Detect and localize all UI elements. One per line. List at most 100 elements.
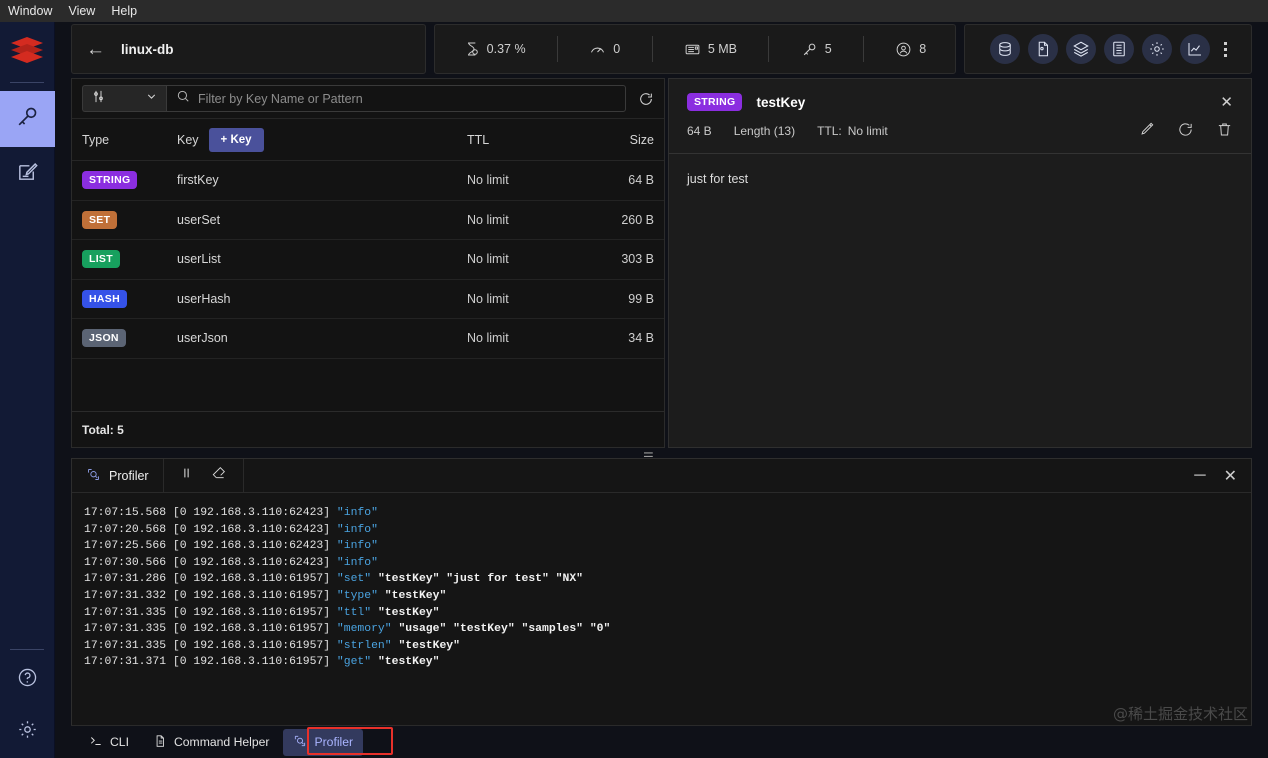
filter-type-dropdown[interactable] [82, 85, 166, 112]
sidebar-divider-bottom [10, 649, 44, 650]
table-row[interactable]: STRING firstKey No limit 64 B [72, 161, 664, 201]
table-row[interactable]: LIST userList No limit 303 B [72, 240, 664, 280]
menu-item-help[interactable]: Help [111, 0, 137, 22]
filter-input-wrapper[interactable] [166, 85, 626, 112]
key-name: userHash [177, 291, 231, 306]
menu-item-window[interactable]: Window [8, 0, 52, 22]
add-key-button[interactable]: + Key [208, 127, 264, 152]
key-ttl: No limit [467, 252, 509, 267]
close-icon[interactable]: ✕ [1224, 466, 1237, 486]
menu-bar: Window View Help [0, 0, 1268, 22]
key-icon [15, 104, 40, 134]
profiler-icon [293, 734, 307, 751]
kebab-icon[interactable] [1223, 41, 1227, 57]
profiler-header: Profiler ─ ✕ [72, 459, 1251, 493]
metrics-bar: 0.37 % 0 5 MB 5 8 [434, 24, 956, 74]
profiler-log-line: 17:07:20.568 [0 192.168.3.110:62423] "in… [84, 523, 378, 536]
type-badge: JSON [82, 329, 126, 348]
edit-icon[interactable] [1138, 121, 1155, 141]
database-name: linux-db [121, 41, 174, 57]
profiler-log-line: 17:07:15.568 [0 192.168.3.110:62423] "in… [84, 507, 378, 519]
refresh-keys-button[interactable] [638, 91, 654, 107]
key-ttl: No limit [467, 212, 509, 227]
tab-profiler[interactable]: Profiler [283, 728, 364, 756]
type-badge: LIST [82, 250, 120, 269]
clear-icon[interactable] [211, 465, 227, 486]
profiler-title-group: Profiler [72, 459, 164, 492]
type-badge: STRING [687, 93, 743, 111]
column-header-type[interactable]: Type [82, 133, 177, 147]
key-detail-panel: STRING testKey ✕ 64 B Length (13) TTL: N… [668, 78, 1252, 448]
cpu-icon [464, 41, 480, 57]
profiler-log-line: 17:07:31.332 [0 192.168.3.110:61957] "ty… [84, 589, 447, 602]
type-badge: STRING [82, 171, 138, 190]
key-detail-ttl-label: TTL: [817, 124, 842, 138]
column-header-ttl[interactable]: TTL [467, 133, 580, 147]
profiler-panel: Profiler ─ ✕ 17:07:15.568 [0 192.168.3.1… [71, 458, 1252, 743]
gear-icon[interactable] [1141, 34, 1172, 64]
sidebar-item-browser[interactable] [0, 91, 55, 147]
tab-command-helper[interactable]: Command Helper [143, 729, 280, 756]
grid-icon[interactable] [1103, 34, 1134, 64]
table-row[interactable]: HASH userHash No limit 99 B [72, 280, 664, 319]
metric-keys-value: 5 [824, 42, 832, 56]
sidebar-divider [10, 82, 44, 83]
pause-icon[interactable] [180, 466, 193, 485]
main-area: ← linux-db 0.37 % 0 5 MB 5 8 Filter by K… [55, 22, 1268, 758]
column-header-key[interactable]: Key [177, 133, 199, 147]
sidebar-item-help[interactable] [0, 654, 55, 706]
key-ttl: No limit [467, 331, 509, 346]
key-size: 303 B [621, 252, 654, 267]
metric-ops-value: 0 [613, 42, 621, 56]
tab-profiler-label: Profiler [314, 735, 354, 749]
profiler-log-line: 17:07:31.335 [0 192.168.3.110:61957] "tt… [84, 606, 440, 619]
sidebar [0, 22, 55, 758]
menu-item-view[interactable]: View [68, 0, 95, 22]
tab-cli[interactable]: CLI [79, 729, 139, 756]
gear-icon [17, 719, 38, 745]
gauge-icon [589, 41, 606, 58]
table-row[interactable]: JSON userJson No limit 34 B [72, 319, 664, 359]
metric-keys: 5 [787, 41, 846, 58]
key-detail-value[interactable]: just for test [669, 154, 1251, 204]
chart-icon[interactable] [1179, 34, 1210, 64]
table-row[interactable]: SET userSet No limit 260 B [72, 201, 664, 240]
database-icon[interactable] [989, 34, 1020, 64]
metric-clients: 8 [881, 41, 940, 58]
back-arrow-icon[interactable]: ← [86, 40, 105, 59]
bottom-tab-bar: CLI Command Helper Profiler [71, 725, 1252, 758]
keys-list: STRING firstKey No limit 64 B SET userSe… [72, 161, 664, 359]
metric-separator [862, 36, 864, 62]
search-icon [176, 89, 190, 108]
profiler-log-line: 17:07:31.371 [0 192.168.3.110:61957] "ge… [84, 656, 440, 669]
key-detail-ttl-value[interactable]: No limit [848, 124, 888, 138]
key-name: userSet [177, 212, 221, 227]
close-icon[interactable]: ✕ [1220, 93, 1233, 111]
delete-icon[interactable] [1216, 121, 1233, 141]
refresh-icon[interactable] [1177, 121, 1194, 141]
tab-cli-label: CLI [110, 735, 129, 749]
metric-separator [556, 36, 558, 62]
minimize-icon[interactable]: ─ [1194, 467, 1205, 485]
profiler-log-line: 17:07:31.286 [0 192.168.3.110:61957] "se… [84, 573, 584, 586]
metric-clients-value: 8 [919, 42, 927, 56]
metric-cpu: 0.37 % [450, 41, 540, 57]
report-icon[interactable] [1027, 34, 1058, 64]
profiler-log[interactable]: 17:07:15.568 [0 192.168.3.110:62423] "in… [72, 493, 1251, 671]
chevron-down-icon [145, 90, 158, 108]
sidebar-item-workbench[interactable] [0, 147, 55, 203]
redis-logo-icon [7, 34, 47, 70]
tab-command-helper-label: Command Helper [173, 735, 270, 749]
metric-memory-value: 5 MB [707, 42, 738, 56]
search-input[interactable] [198, 91, 616, 106]
metric-ops: 0 [575, 41, 634, 58]
sidebar-item-settings[interactable] [0, 706, 55, 758]
profiler-log-line: 17:07:30.566 [0 192.168.3.110:62423] "in… [84, 556, 378, 569]
key-size: 99 B [628, 291, 654, 306]
edit-note-icon [16, 161, 39, 189]
layers-icon[interactable] [1065, 34, 1096, 64]
column-header-size[interactable]: Size [580, 133, 654, 147]
sliders-icon [91, 89, 106, 109]
filter-bar [72, 79, 664, 119]
question-circle-icon [17, 667, 38, 693]
